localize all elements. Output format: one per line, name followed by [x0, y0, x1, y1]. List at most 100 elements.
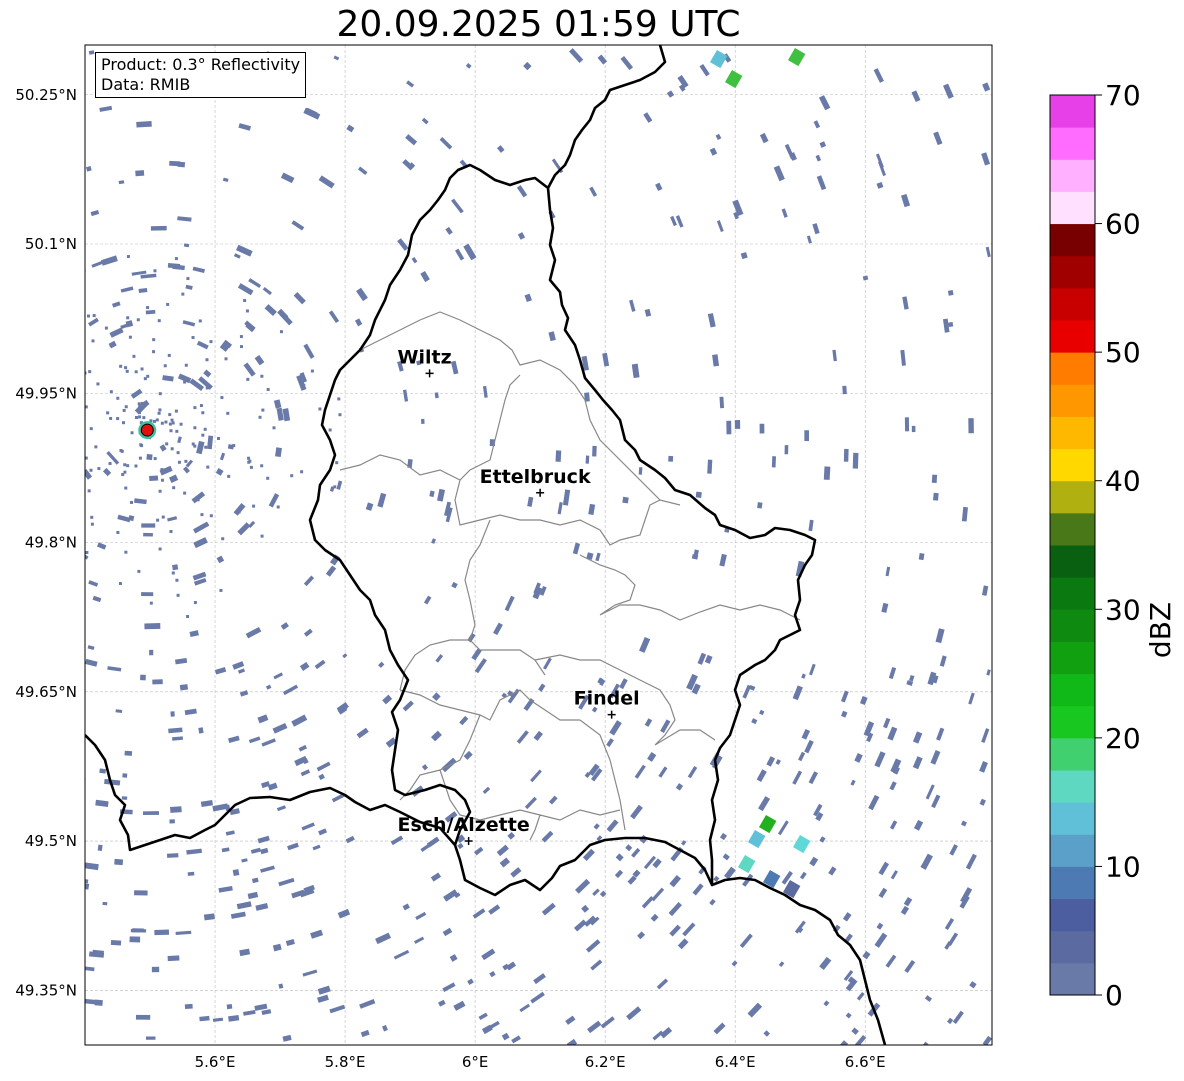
echo-cell: [85, 551, 89, 555]
product-info-box: Product: 0.3° Reflectivity Data: RMIB: [95, 52, 307, 98]
x-tick-label: 5.6°E: [195, 1053, 236, 1071]
echo-cell: [160, 478, 164, 482]
echo-cell: [123, 463, 127, 467]
echo-cell: [90, 515, 94, 519]
echo-cell: [300, 470, 304, 474]
echo-cell: [124, 550, 128, 554]
colorbar-tick-label: 10: [1105, 850, 1141, 883]
colorbar-tick-label: 0: [1105, 979, 1123, 1012]
echo-cell: [219, 588, 223, 592]
echo-cell: [201, 541, 205, 545]
echo-cell: [260, 464, 264, 468]
echo-cell: [67, 293, 70, 296]
echo-cell: [169, 819, 175, 824]
echo-cell: [948, 322, 954, 327]
echo-cell: [258, 415, 262, 419]
echo-cell: [279, 330, 283, 334]
colorbar-ticks: 0 10 20 30 40 50 60 70: [1095, 80, 1141, 1012]
echo-cell: [555, 450, 562, 462]
data-source-label: Data: RMIB: [101, 75, 191, 94]
colorbar-block: [1050, 448, 1095, 482]
echo-cell: [48, 367, 51, 370]
echo-cell: [245, 309, 249, 313]
echo-cell: [109, 390, 113, 394]
echo-cell: [114, 858, 124, 866]
colorbar-block: [1050, 641, 1095, 675]
echo-cell: [158, 392, 162, 396]
echo-cell: [56, 488, 59, 491]
echo-cell: [136, 318, 140, 322]
echo-cell: [757, 502, 763, 509]
y-tick-label: 49.95°N: [15, 384, 77, 402]
echo-cell: [186, 614, 190, 618]
colorbar-block: [1050, 416, 1095, 450]
echo-cell: [168, 422, 172, 426]
echo-cell: [145, 1036, 156, 1040]
y-tick-label: 49.8°N: [25, 534, 77, 552]
echo-cell: [191, 442, 195, 446]
echo-cell: [24, 484, 27, 487]
echo-cell: [638, 467, 643, 475]
echo-cell: [119, 364, 123, 368]
echo-cell: [157, 411, 161, 415]
echo-cell: [266, 387, 270, 391]
echo-cell: [118, 582, 122, 586]
echo-cell: [175, 429, 179, 433]
echo-cell: [88, 370, 92, 374]
map-background: [85, 45, 992, 1045]
echo-cell: [335, 461, 339, 465]
echo-cell: [310, 369, 314, 373]
echo-cell: [842, 385, 847, 395]
x-tick-label: 5.8°E: [325, 1053, 366, 1071]
colorbar-label: dBZ: [1144, 602, 1177, 658]
echo-cell: [170, 447, 174, 451]
echo-cell: [246, 377, 250, 381]
echo-cell: [170, 711, 175, 717]
echo-cell: [19, 527, 22, 530]
echo-cell: [85, 775, 86, 783]
echo-cell: [106, 411, 110, 415]
y-tick-label: 50.25°N: [15, 86, 77, 104]
echo-cell: [102, 901, 108, 906]
echo-cell: [193, 406, 197, 410]
echo-cell: [823, 466, 831, 480]
echo-cell: [140, 674, 146, 681]
colorbar-block: [1050, 962, 1095, 996]
echo-cell: [137, 411, 141, 415]
echo-cell: [137, 402, 141, 406]
echo-cell: [146, 453, 153, 461]
echo-cell: [152, 419, 156, 423]
echo-cell: [201, 411, 205, 415]
colorbar-block: [1050, 95, 1095, 128]
echo-cell: [172, 486, 176, 490]
echo-cell: [146, 306, 150, 310]
echo-cell: [32, 447, 35, 450]
echo-cell: [37, 493, 40, 496]
echo-cell: [152, 350, 156, 354]
echo-cell: [92, 314, 96, 318]
colorbar-block: [1050, 480, 1095, 514]
echo-cell: [109, 416, 113, 420]
echo-cell: [87, 489, 91, 493]
echo-cell: [237, 510, 241, 514]
echo-cell: [157, 319, 161, 323]
colorbar-block: [1050, 545, 1095, 578]
echo-cell: [243, 299, 247, 303]
echo-cell: [149, 649, 154, 656]
echo-cell: [140, 367, 144, 371]
colorbar-block: [1050, 577, 1095, 610]
echo-cell: [153, 269, 157, 273]
echo-cell: [145, 309, 156, 315]
echo-cell: [24, 556, 27, 559]
echo-cell: [126, 255, 130, 259]
echo-cell: [1, 410, 4, 413]
echo-cell: [247, 456, 251, 460]
x-tick-label: 6.6°E: [845, 1053, 886, 1071]
echo-cell: [108, 462, 112, 466]
x-tick-label: 6.2°E: [585, 1053, 626, 1071]
echo-cell: [152, 338, 156, 342]
echo-cell: [232, 869, 240, 877]
echo-cell: [206, 465, 210, 469]
echo-cell: [158, 489, 162, 493]
echo-cell: [138, 415, 142, 419]
